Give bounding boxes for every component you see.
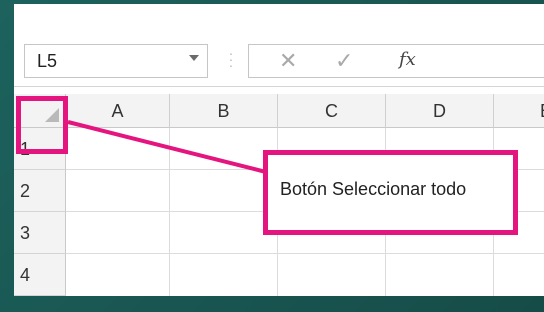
formula-buttons: ✕ ✓ fx	[248, 44, 442, 78]
callout-label: Botón Seleccionar todo	[280, 179, 467, 199]
column-gridline	[169, 128, 170, 296]
row-header-2[interactable]: 2	[14, 170, 66, 212]
close-icon[interactable]: ✕	[279, 48, 297, 74]
column-header-b[interactable]: B	[170, 94, 278, 128]
check-icon[interactable]: ✓	[335, 48, 353, 74]
formula-bar: L5 · · · ✕ ✓ fx	[14, 34, 544, 87]
fx-icon[interactable]: fx	[399, 49, 416, 70]
column-header-c[interactable]: C	[278, 94, 386, 128]
name-box-value: L5	[37, 51, 58, 71]
name-box[interactable]: L5	[24, 44, 208, 78]
chevron-down-icon[interactable]	[189, 55, 199, 61]
row-header-4[interactable]: 4	[14, 254, 66, 296]
select-all-highlight	[16, 96, 68, 154]
column-header-e[interactable]: E	[494, 94, 544, 128]
ribbon-edge	[14, 4, 544, 32]
formula-bar-grip-icon[interactable]: · · ·	[228, 46, 234, 72]
row-gridline	[66, 253, 544, 254]
column-header-d[interactable]: D	[386, 94, 494, 128]
column-header-a[interactable]: A	[66, 94, 170, 128]
slide-background: L5 ··· ✕ ✓ fx A B C D E 1 2 3 4	[0, 0, 544, 312]
callout-box: Botón Seleccionar todo	[263, 150, 518, 235]
formula-input[interactable]	[440, 44, 544, 78]
row-header-3[interactable]: 3	[14, 212, 66, 254]
